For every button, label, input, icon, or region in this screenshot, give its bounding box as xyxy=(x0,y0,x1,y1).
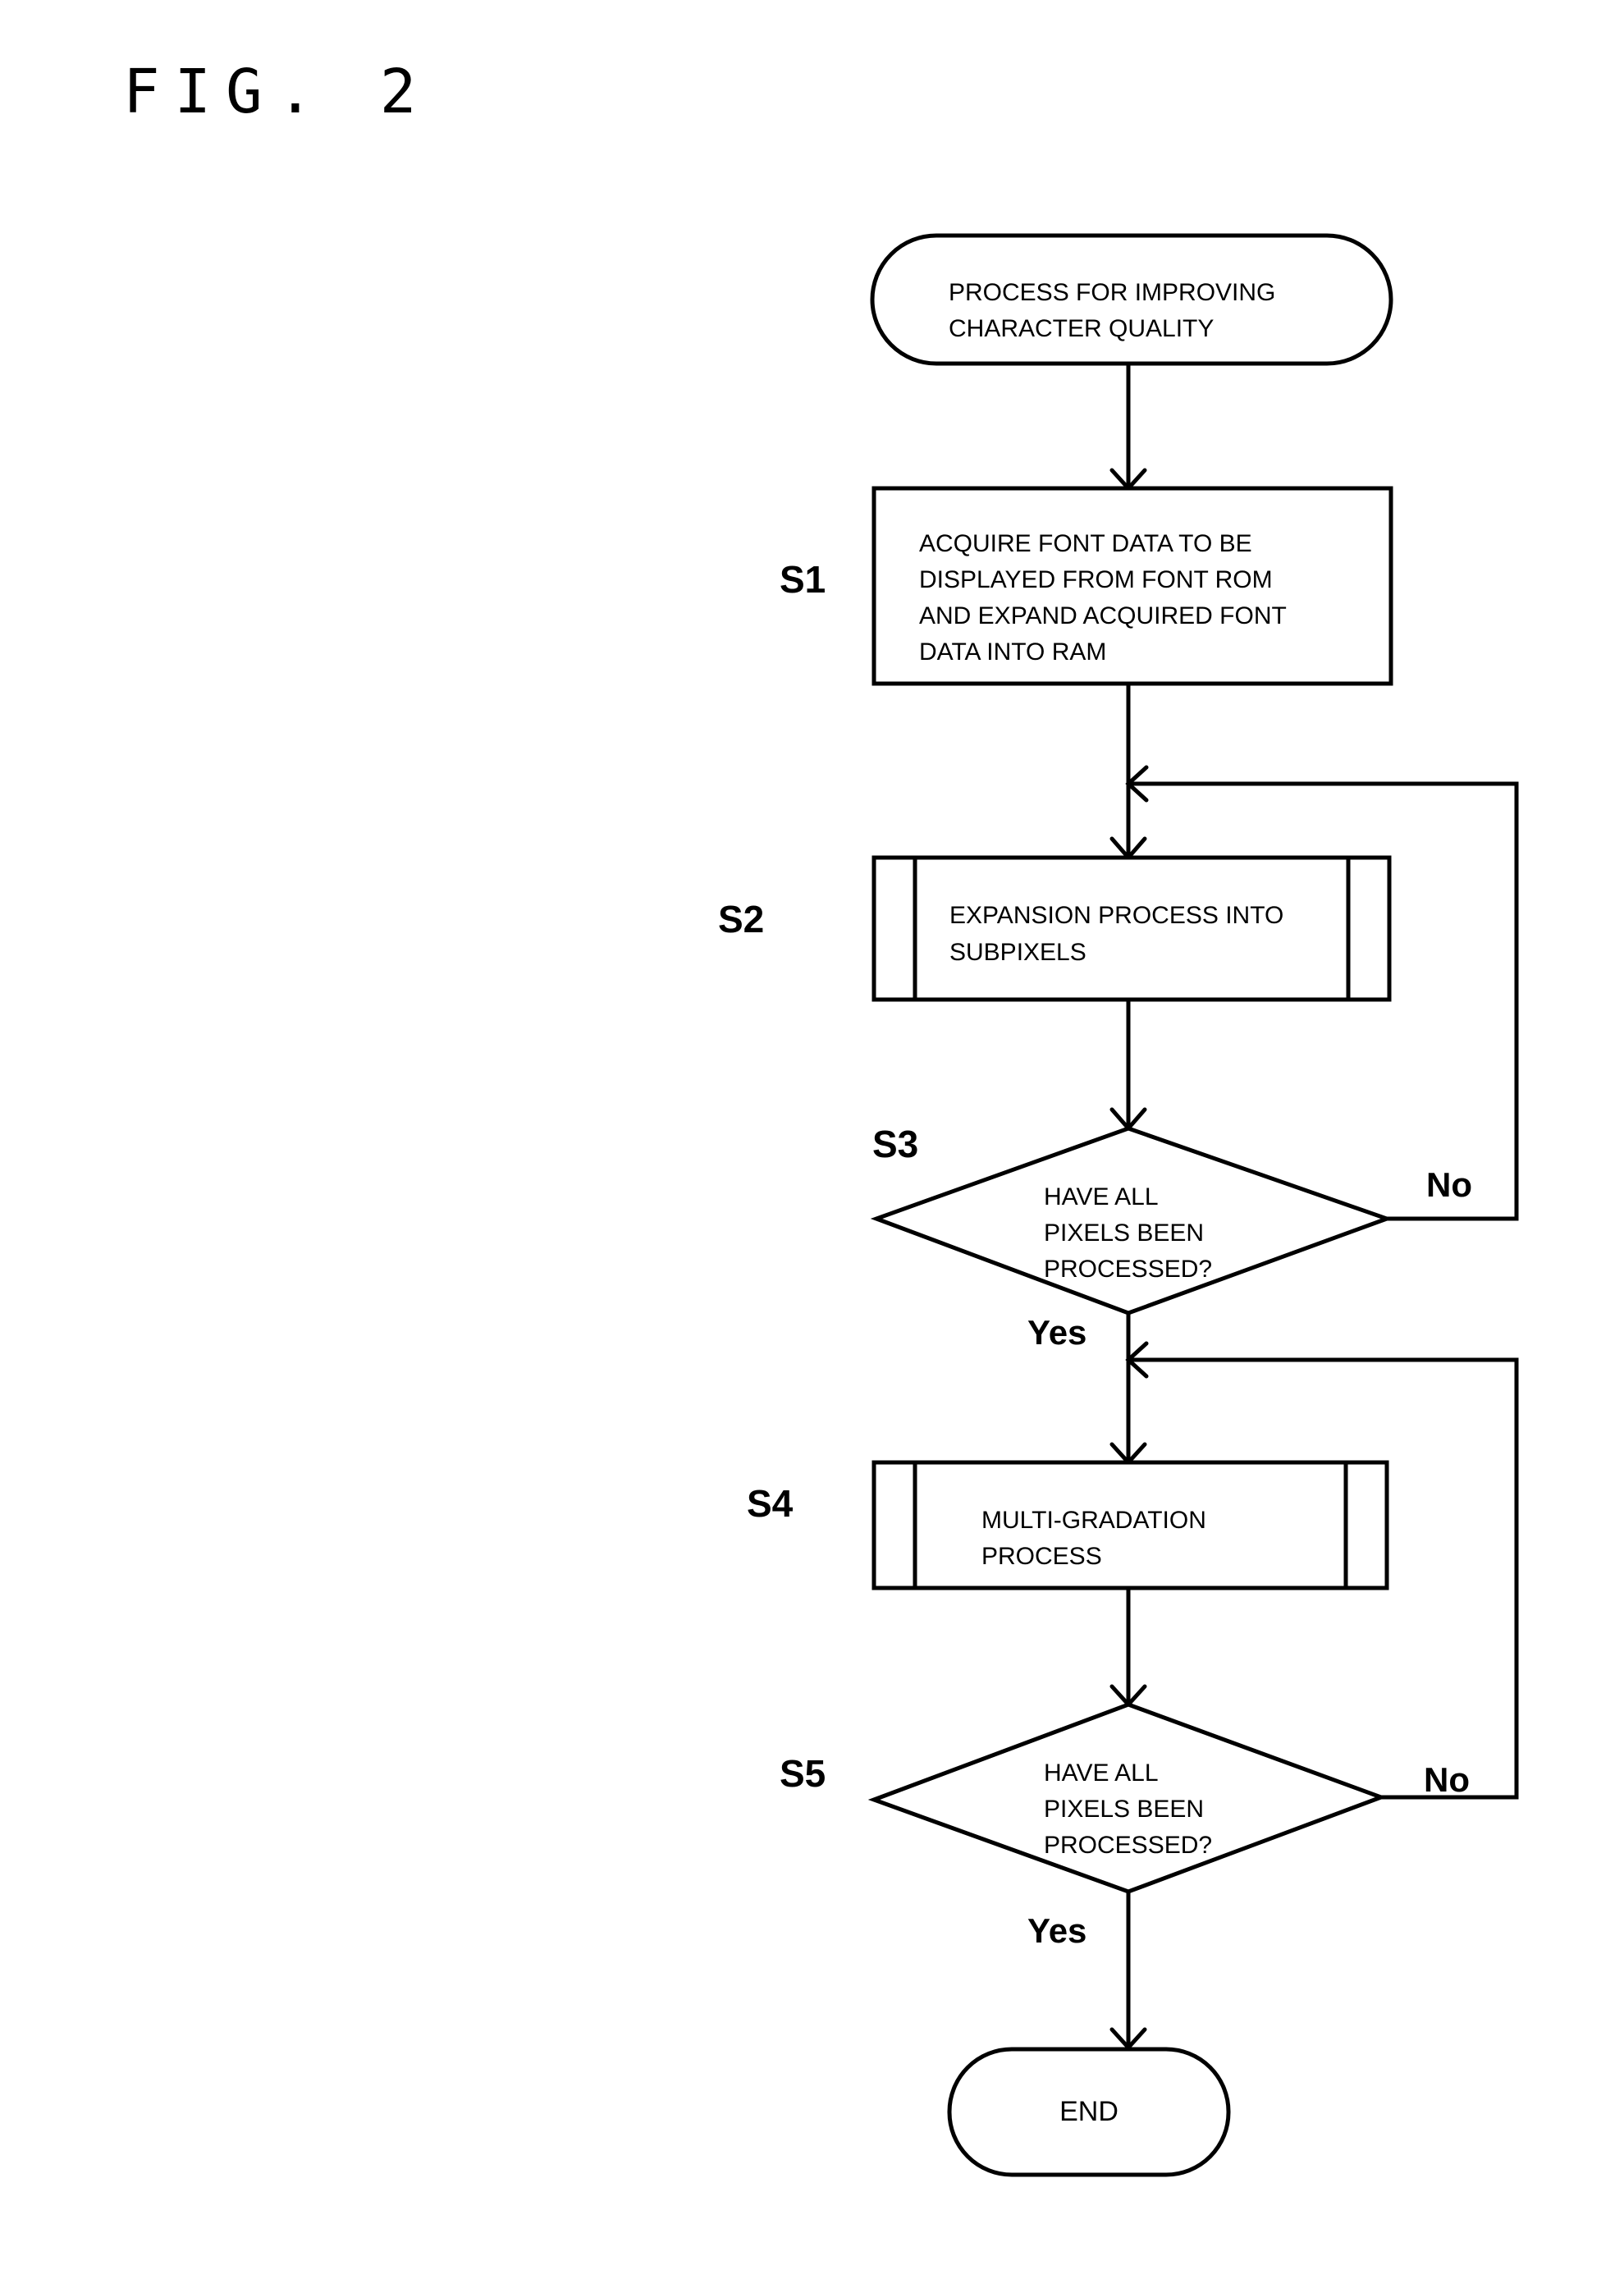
s1-text-line-1: ACQUIRE FONT DATA TO BE xyxy=(919,530,1252,557)
s3-text-line-1: HAVE ALL xyxy=(1044,1183,1159,1210)
step-label-s4: S4 xyxy=(747,1482,794,1525)
s5-no-label: No xyxy=(1424,1760,1470,1799)
s5-yes-label: Yes xyxy=(1027,1911,1086,1950)
s1-text-line-2: DISPLAYED FROM FONT ROM xyxy=(919,566,1273,593)
start-text-line-2: CHARACTER QUALITY xyxy=(949,315,1214,342)
s5-text-line-1: HAVE ALL xyxy=(1044,1759,1159,1787)
step-label-s2: S2 xyxy=(718,898,764,940)
s5-text-line-2: PIXELS BEEN xyxy=(1044,1796,1204,1823)
s3-text-line-2: PIXELS BEEN xyxy=(1044,1220,1204,1247)
s2-text-line-2: SUBPIXELS xyxy=(949,939,1086,966)
s1-text-line-3: AND EXPAND ACQUIRED FONT xyxy=(919,602,1287,629)
step-label-s3: S3 xyxy=(872,1123,918,1165)
s4-text-line-2: PROCESS xyxy=(981,1543,1102,1570)
flowchart-canvas: FIG. 2 PROCESS FOR IMPROVING CHARACTER Q… xyxy=(123,57,1519,2177)
figure-title: FIG. 2 xyxy=(123,57,431,127)
s3-yes-label: Yes xyxy=(1027,1313,1086,1352)
s3-no-label: No xyxy=(1426,1165,1472,1204)
start-terminator: PROCESS FOR IMPROVING CHARACTER QUALITY xyxy=(870,233,1393,366)
step-s2: S2 EXPANSION PROCESS INTO SUBPIXELS xyxy=(718,855,1392,1002)
step-s5: S5 HAVE ALL PIXELS BEEN PROCESSED? No Ye… xyxy=(780,1702,1470,1950)
step-label-s1: S1 xyxy=(780,558,826,601)
end-terminator: END xyxy=(947,2047,1231,2177)
end-text: END xyxy=(1059,2096,1119,2127)
step-s4: S4 MULTI-GRADATION PROCESS xyxy=(747,1460,1389,1590)
s3-text-line-3: PROCESSED? xyxy=(1044,1256,1212,1283)
step-s3: S3 HAVE ALL PIXELS BEEN PROCESSED? No Ye… xyxy=(870,1123,1472,1352)
s1-text-line-4: DATA INTO RAM xyxy=(919,638,1106,666)
step-label-s5: S5 xyxy=(780,1752,826,1795)
s4-text-line-1: MULTI-GRADATION xyxy=(981,1507,1206,1534)
start-text-line-1: PROCESS FOR IMPROVING xyxy=(949,279,1275,306)
s2-text-line-1: EXPANSION PROCESS INTO xyxy=(949,902,1283,929)
step-s1: S1 ACQUIRE FONT DATA TO BE DISPLAYED FRO… xyxy=(780,486,1393,686)
s5-text-line-3: PROCESSED? xyxy=(1044,1832,1212,1859)
